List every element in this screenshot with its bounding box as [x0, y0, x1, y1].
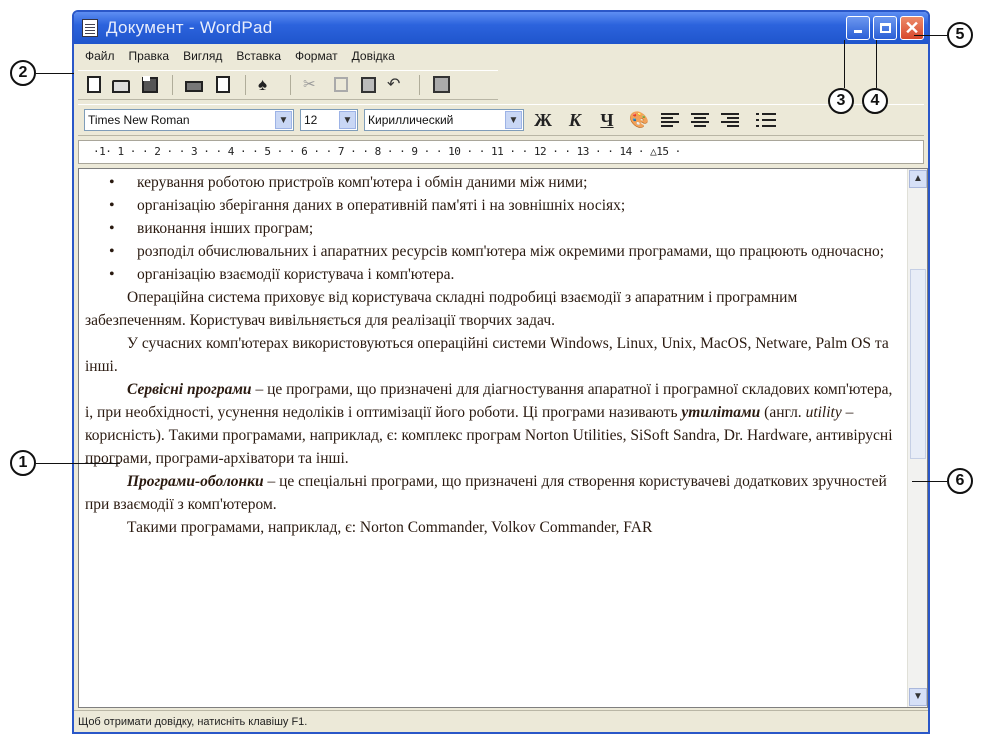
copy-icon — [334, 77, 348, 92]
ruler[interactable]: ·1· 1 · · 2 · · 3 · · 4 · · 5 · · 6 · · … — [78, 140, 924, 164]
chevron-down-icon: ▼ — [913, 691, 923, 702]
font-size-value: 12 — [304, 113, 318, 127]
bold-button[interactable]: Ж — [530, 110, 556, 131]
color-button[interactable]: 🎨 — [626, 110, 652, 130]
callout-leader — [844, 40, 845, 88]
scroll-thumb[interactable] — [910, 269, 926, 459]
find-button[interactable]: ♠ — [258, 75, 278, 95]
toolbar-separator — [419, 75, 420, 95]
new-button[interactable] — [84, 75, 104, 95]
scroll-up-button[interactable]: ▲ — [909, 170, 927, 188]
menu-insert[interactable]: Вставка — [229, 49, 288, 63]
document-icon — [82, 19, 98, 37]
color-icon: 🎨 — [629, 112, 649, 129]
callout-marker: 6 — [947, 468, 973, 494]
title-bar[interactable]: Документ - WordPad ✕ — [74, 12, 928, 44]
date-time-button[interactable] — [432, 75, 452, 95]
callout-marker: 2 — [10, 60, 36, 86]
list-item: виконання інших програм; — [85, 217, 897, 240]
paragraph: Такими програмами, наприклад, є: Norton … — [127, 519, 653, 536]
menu-view[interactable]: Вигляд — [176, 49, 229, 63]
toolbar-separator — [245, 75, 246, 95]
menu-help[interactable]: Довідка — [345, 49, 402, 63]
menu-edit[interactable]: Правка — [122, 49, 177, 63]
status-bar: Щоб отримати довідку, натисніть клавішу … — [74, 710, 928, 732]
format-toolbar: Times New Roman ▼ 12 ▼ Кириллический ▼ Ж… — [78, 104, 924, 136]
open-button[interactable] — [112, 75, 132, 95]
align-right-button[interactable] — [721, 112, 739, 128]
font-value: Times New Roman — [88, 113, 190, 127]
close-button[interactable]: ✕ — [900, 16, 924, 40]
underline-button[interactable]: Ч — [594, 110, 620, 131]
chevron-down-icon[interactable]: ▼ — [339, 111, 356, 129]
maximize-icon — [880, 23, 891, 33]
italic-button[interactable]: К — [562, 110, 588, 131]
list-item: організацію зберігання даних в оперативн… — [85, 194, 897, 217]
menu-file[interactable]: Файл — [78, 49, 122, 63]
cut-button[interactable]: ✂ — [303, 75, 323, 95]
callout-leader — [36, 73, 74, 74]
document-text[interactable]: керування роботою пристроїв комп'ютера і… — [85, 171, 897, 539]
chevron-down-icon[interactable]: ▼ — [275, 111, 292, 129]
new-icon — [87, 76, 101, 93]
find-icon: ♠ — [258, 75, 268, 94]
standard-toolbar: ♠ ✂ ↶ — [78, 70, 498, 100]
save-icon — [142, 77, 158, 93]
paragraph: Програми-оболонки – це спеціальні програ… — [85, 473, 887, 513]
vertical-scrollbar[interactable]: ▲ ▼ — [907, 169, 927, 707]
document-area[interactable]: керування роботою пристроїв комп'ютера і… — [78, 168, 928, 708]
open-icon — [112, 80, 130, 93]
menu-format[interactable]: Формат — [288, 49, 345, 63]
minimize-button[interactable] — [846, 16, 870, 40]
term: Сервісні програми — [127, 381, 252, 398]
list-item: розподіл обчислювальних і апаратних ресу… — [85, 240, 897, 263]
term: утилітами — [681, 404, 761, 421]
toolbar-separator — [172, 75, 173, 95]
callout-marker: 4 — [862, 88, 888, 114]
font-select[interactable]: Times New Roman ▼ — [84, 109, 294, 131]
script-select[interactable]: Кириллический ▼ — [364, 109, 524, 131]
undo-button[interactable]: ↶ — [387, 75, 407, 95]
callout-marker: 1 — [10, 450, 36, 476]
callout-leader — [36, 463, 120, 464]
print-button[interactable] — [185, 75, 205, 95]
callout-leader — [914, 35, 947, 36]
print-icon — [185, 81, 203, 92]
chevron-down-icon[interactable]: ▼ — [505, 111, 522, 129]
callout-leader — [912, 481, 947, 482]
callout-marker: 3 — [828, 88, 854, 114]
minimize-icon — [854, 30, 862, 33]
font-size-select[interactable]: 12 ▼ — [300, 109, 358, 131]
paragraph: Операційна система приховує від користув… — [85, 289, 798, 329]
date-time-icon — [433, 76, 450, 93]
align-left-button[interactable] — [661, 112, 679, 128]
paragraph: У сучасних комп'ютерах використовуються … — [85, 335, 889, 375]
paste-button[interactable] — [359, 75, 379, 95]
print-preview-button[interactable] — [213, 75, 233, 95]
window-title: Документ - WordPad — [106, 18, 273, 37]
bullets-button[interactable] — [756, 112, 776, 128]
callout-leader — [876, 40, 877, 88]
save-button[interactable] — [140, 75, 160, 95]
maximize-button[interactable] — [873, 16, 897, 40]
menu-bar: Файл Правка Вигляд Вставка Формат Довідк… — [74, 44, 928, 68]
window-controls: ✕ — [846, 16, 924, 40]
undo-icon: ↶ — [387, 76, 401, 93]
paste-icon — [361, 77, 376, 93]
paragraph: Сервісні програми – це програми, що приз… — [85, 381, 893, 467]
list-item: керування роботою пристроїв комп'ютера і… — [85, 171, 897, 194]
cut-icon: ✂ — [303, 76, 316, 93]
print-preview-icon — [216, 76, 230, 93]
toolbar-separator — [290, 75, 291, 95]
chevron-up-icon: ▲ — [913, 173, 923, 184]
callout-marker: 5 — [947, 22, 973, 48]
align-center-button[interactable] — [691, 112, 709, 128]
copy-button[interactable] — [331, 75, 351, 95]
script-value: Кириллический — [368, 113, 454, 127]
list-item: організацію взаємодії користувача і комп… — [85, 263, 897, 286]
scroll-down-button[interactable]: ▼ — [909, 688, 927, 706]
term: Програми-оболонки — [127, 473, 264, 490]
wordpad-window: Документ - WordPad ✕ Файл Правка Вигляд … — [72, 10, 930, 734]
